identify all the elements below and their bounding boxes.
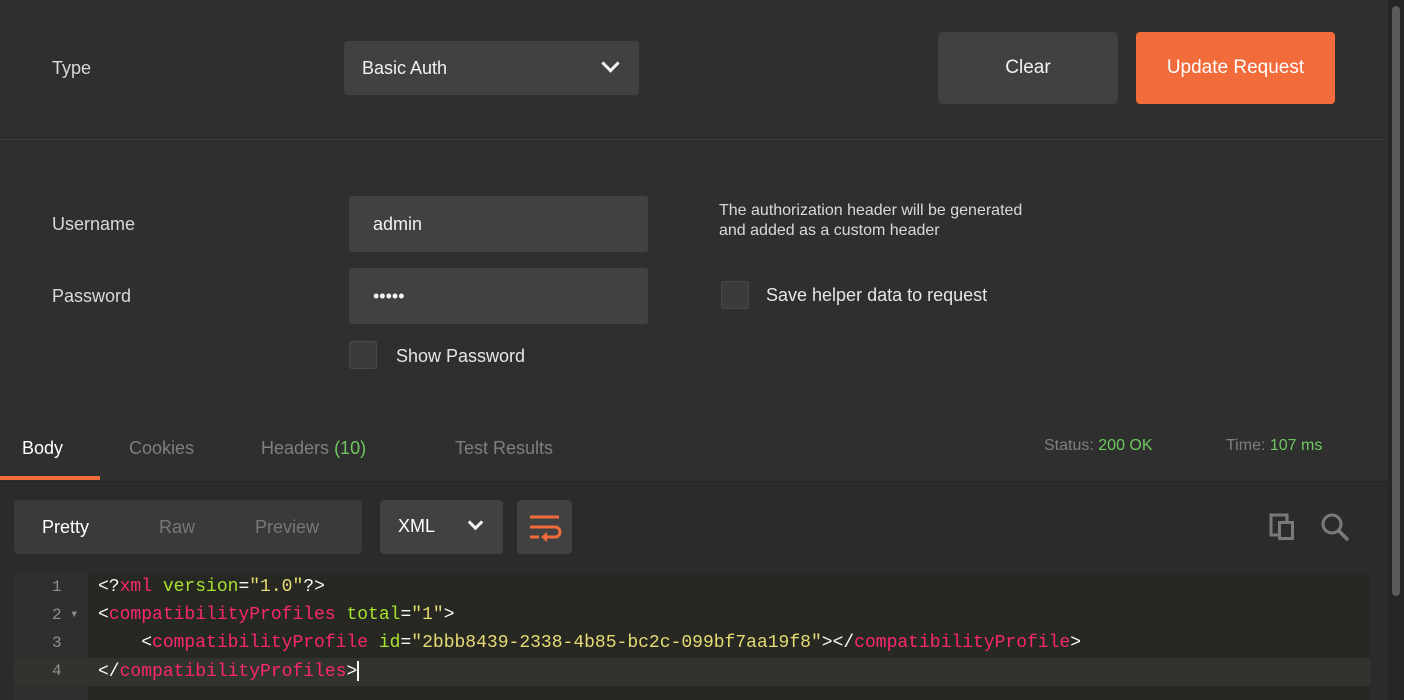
- response-tabs: Body Cookies Headers (10) Test Results S…: [0, 406, 1388, 482]
- headers-count: (10): [334, 438, 367, 458]
- auth-type-select[interactable]: Basic Auth: [344, 41, 639, 95]
- wrap-lines-button[interactable]: [517, 500, 572, 554]
- search-icon: [1321, 513, 1349, 541]
- show-password-checkbox[interactable]: [349, 341, 377, 369]
- credentials-section: Username Password Show Password The auth…: [0, 141, 1388, 406]
- code-text: <compatibilityProfiles total="1">: [98, 605, 455, 625]
- code-text: <?xml version="1.0"?>: [98, 577, 325, 597]
- hint-line-2: and added as a custom header: [719, 222, 940, 239]
- line-number: 1: [52, 578, 62, 596]
- format-value: XML: [398, 516, 436, 536]
- save-helper-label: Save helper data to request: [766, 285, 988, 305]
- status-value: 200 OK: [1098, 437, 1153, 454]
- response-body-editor[interactable]: 1 <?xml version="1.0"?> 2 ▾ <compatibili…: [14, 574, 1370, 700]
- format-select[interactable]: XML: [380, 500, 503, 554]
- code-line: 3 <compatibilityProfile id="2bbb8439-233…: [14, 630, 1370, 658]
- view-mode-segment: Pretty Raw Preview: [14, 500, 362, 554]
- password-label: Password: [52, 286, 132, 306]
- active-tab-indicator: [0, 476, 100, 480]
- text-cursor: [357, 661, 360, 681]
- tab-body[interactable]: Body: [22, 438, 63, 459]
- save-helper-checkbox[interactable]: [721, 281, 749, 309]
- auth-type-value: Basic Auth: [362, 57, 448, 78]
- status-label: Status:: [1044, 437, 1094, 454]
- search-button[interactable]: [1320, 512, 1350, 542]
- show-password-label: Show Password: [396, 346, 526, 366]
- line-number: 3: [52, 634, 62, 652]
- auth-type-bar: Type Basic Auth Clear Update Request: [0, 0, 1388, 140]
- wrap-lines-icon: [530, 515, 562, 542]
- code-line: 1 <?xml version="1.0"?>: [14, 574, 1370, 602]
- copy-icon: [1269, 513, 1294, 540]
- username-input[interactable]: [349, 196, 648, 252]
- tab-headers[interactable]: Headers (10): [261, 438, 366, 459]
- chevron-down-icon: [467, 514, 484, 531]
- scrollbar-thumb[interactable]: [1392, 6, 1400, 596]
- code-line-current: 4 </compatibilityProfiles>: [14, 658, 1370, 686]
- auth-panel: Type Basic Auth Clear Update Request Use…: [0, 0, 1404, 700]
- response-time: Time: 107 ms: [1226, 437, 1322, 455]
- clear-button[interactable]: Clear: [938, 32, 1118, 104]
- tab-headers-label: Headers: [261, 438, 330, 458]
- body-toolbar: Pretty Raw Preview XML: [0, 482, 1388, 574]
- response-status: Status: 200 OK: [1044, 437, 1153, 455]
- code-text: <compatibilityProfile id="2bbb8439-2338-…: [141, 633, 1082, 653]
- raw-button[interactable]: Raw: [159, 517, 195, 538]
- hint-line-1: The authorization header will be generat…: [719, 202, 1023, 219]
- type-label: Type: [52, 58, 92, 78]
- update-request-button[interactable]: Update Request: [1136, 32, 1335, 104]
- page-scrollbar[interactable]: [1388, 0, 1404, 700]
- copy-button[interactable]: [1268, 512, 1298, 542]
- password-input[interactable]: [349, 268, 648, 324]
- fold-toggle-icon[interactable]: ▾: [70, 606, 78, 623]
- pretty-button[interactable]: Pretty: [42, 517, 89, 538]
- chevron-down-icon: [601, 54, 620, 73]
- time-value: 107 ms: [1269, 437, 1323, 454]
- username-label: Username: [52, 214, 136, 234]
- tab-cookies[interactable]: Cookies: [129, 438, 194, 459]
- code-line: 2 ▾ <compatibilityProfiles total="1">: [14, 602, 1370, 630]
- line-number: 4: [52, 662, 62, 680]
- code-text: </compatibilityProfiles>: [98, 661, 360, 682]
- tab-test-results[interactable]: Test Results: [455, 438, 553, 459]
- auth-header-hint: The authorization header will be generat…: [719, 201, 1159, 241]
- line-number: 2: [52, 606, 62, 624]
- preview-button[interactable]: Preview: [255, 517, 319, 538]
- time-label: Time:: [1226, 437, 1266, 454]
